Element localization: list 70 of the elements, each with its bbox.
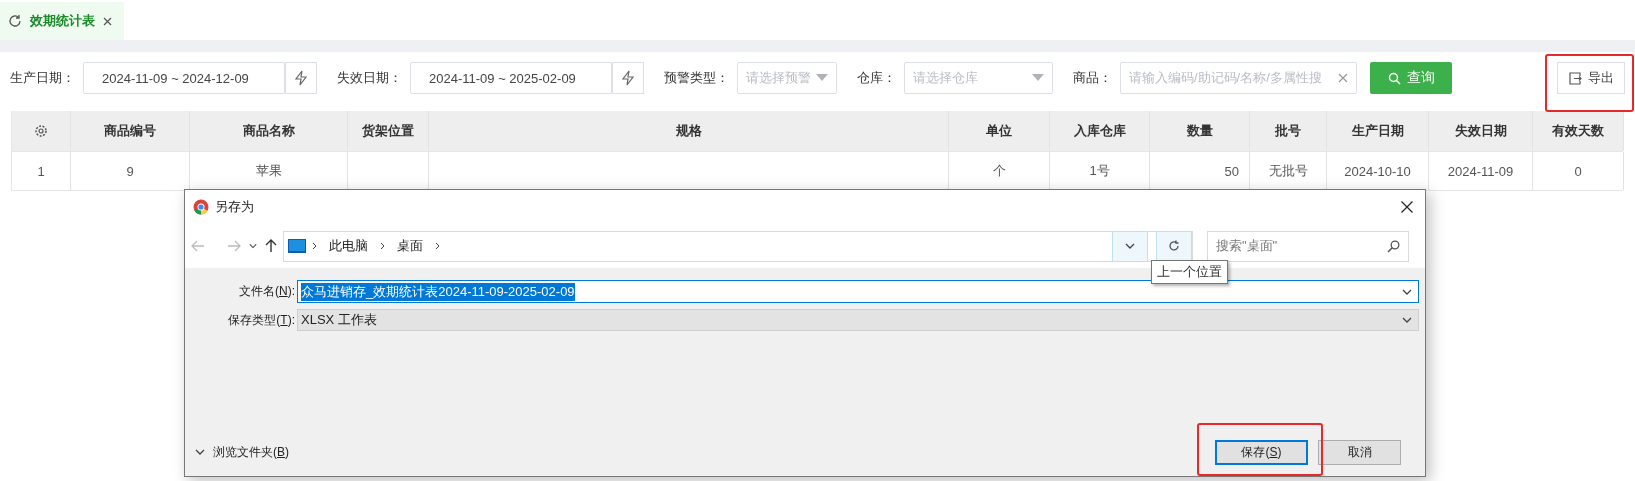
column-header: 商品名称: [242, 122, 295, 140]
dropdown-icon: [816, 74, 828, 82]
table-cell: 0: [1574, 163, 1582, 179]
export-icon: [1568, 71, 1582, 85]
lightning-button[interactable]: [612, 62, 644, 94]
chevron-icon: [435, 242, 440, 250]
filename-field[interactable]: 众马进销存_效期统计表2024-11-09-2025-02-09: [297, 280, 1419, 303]
table-cell: 9: [126, 163, 134, 179]
table-cell: 苹果: [255, 162, 282, 180]
browse-folders-toggle[interactable]: 浏览文件夹(B): [195, 443, 289, 461]
tooltip: 上一个位置: [1151, 260, 1228, 284]
breadcrumb[interactable]: 此电脑: [329, 237, 368, 255]
column-header: 有效天数: [1552, 122, 1604, 140]
browser-logo-icon: [193, 199, 209, 215]
history-caret-icon[interactable]: [249, 243, 257, 249]
lightning-button[interactable]: [285, 62, 317, 94]
dropdown-icon: [1032, 74, 1044, 82]
close-icon[interactable]: [103, 16, 112, 26]
table-cell: 个: [992, 162, 1006, 180]
table-cell: 无批号: [1268, 162, 1308, 180]
caret-icon: [1402, 317, 1412, 323]
lightning-icon: [621, 70, 635, 86]
column-header: 批号: [1275, 122, 1301, 140]
caret-icon: [1402, 288, 1412, 295]
column-header: 商品编号: [104, 122, 156, 140]
column-header: 生产日期: [1351, 122, 1404, 140]
save-button[interactable]: 保存(S): [1215, 439, 1308, 465]
cancel-button[interactable]: 取消: [1318, 439, 1401, 465]
column-header: 单位: [986, 122, 1012, 140]
dialog-title: 另存为: [215, 198, 254, 216]
up-icon[interactable]: [265, 239, 277, 253]
filter-label: 生产日期：: [10, 69, 75, 87]
refresh-icon: [1168, 240, 1180, 252]
clear-icon[interactable]: [1338, 73, 1348, 83]
refresh-button[interactable]: [1156, 230, 1192, 262]
search-icon: [1387, 239, 1400, 253]
column-header: 货架位置: [362, 122, 414, 140]
refresh-icon[interactable]: [8, 14, 22, 28]
table-cell: 1号: [1089, 162, 1110, 180]
column-header: 数量: [1186, 122, 1213, 140]
export-button[interactable]: 导出: [1557, 62, 1625, 94]
address-bar[interactable]: 此电脑 桌面: [283, 230, 1193, 262]
settings-icon[interactable]: [34, 124, 48, 138]
filter-label: 失效日期：: [337, 69, 402, 87]
date-range-field[interactable]: 2024-11-09 ~ 2024-12-09: [83, 62, 285, 94]
chevron-icon: [312, 242, 317, 250]
filter-label: 仓库：: [857, 69, 896, 87]
tab-label: 效期统计表: [30, 12, 95, 30]
row-number: 1: [37, 163, 45, 179]
chevron-icon: [380, 242, 385, 250]
caret-icon: [1125, 243, 1135, 249]
search-icon: [1387, 71, 1401, 85]
caret-icon: [195, 449, 205, 455]
column-header: 失效日期: [1454, 122, 1507, 140]
lightning-icon: [294, 70, 308, 86]
filter-label: 商品：: [1073, 69, 1112, 87]
computer-icon: [288, 239, 306, 253]
table-cell: 2024-10-10: [1344, 163, 1411, 179]
table-cell: 50: [1224, 163, 1239, 179]
column-header: 入库仓库: [1073, 122, 1126, 140]
tab[interactable]: 效期统计表: [0, 2, 124, 40]
field-label: 文件名(N):: [238, 283, 296, 300]
table-cell: 2024-11-09: [1447, 163, 1514, 179]
search-field[interactable]: 搜索"桌面": [1207, 230, 1409, 262]
field-label: 保存类型(T):: [227, 311, 296, 329]
filter-label: 预警类型：: [664, 69, 729, 87]
file-type-select[interactable]: XLSX 工作表: [297, 309, 1419, 331]
date-range-field[interactable]: 2024-11-09 ~ 2025-02-09: [410, 62, 612, 94]
column-header: 规格: [675, 122, 702, 140]
breadcrumb[interactable]: 桌面: [397, 237, 423, 255]
